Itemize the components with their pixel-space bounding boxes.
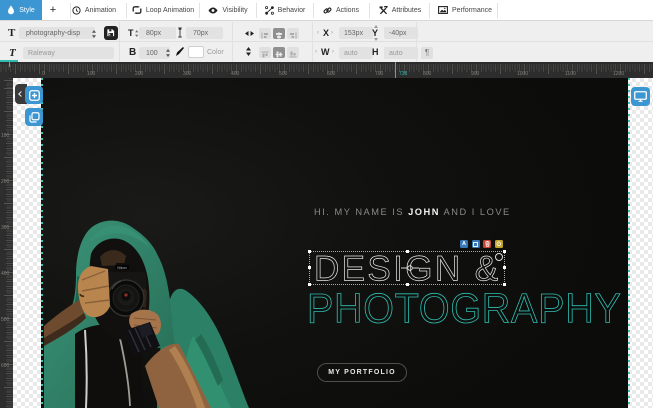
svg-text:Nikon: Nikon bbox=[117, 266, 126, 270]
svg-text:PHOTOGRAPHY: PHOTOGRAPHY bbox=[307, 284, 622, 331]
